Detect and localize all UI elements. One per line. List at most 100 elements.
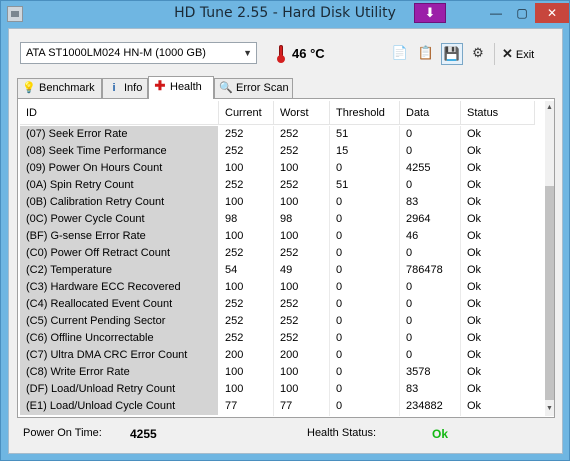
vertical-scrollbar[interactable]: ▲ ▼ (545, 101, 554, 416)
raw-data-cell: 0 (406, 349, 413, 361)
worst-value-cell: 200 (280, 349, 299, 361)
current-value-cell: 252 (225, 332, 244, 344)
worst-value-cell: 100 (280, 230, 299, 242)
table-row[interactable]: (DF) Load/Unload Retry Count 100 100 0 83 Ok (20, 381, 535, 398)
tab-label: Error Scan (236, 82, 289, 94)
attribute-id-cell: (C6) Offline Uncorrectable (20, 330, 218, 347)
threshold-value-cell: 51 (336, 128, 349, 140)
worst-value-cell: 100 (280, 366, 299, 378)
attribute-id-cell: (C2) Temperature (20, 262, 218, 279)
raw-data-cell: 3578 (406, 366, 431, 378)
attribute-id-cell: (C5) Current Pending Sector (20, 313, 218, 330)
attribute-id-cell: (E1) Load/Unload Cycle Count (20, 398, 218, 415)
column-header-current[interactable]: Current (219, 101, 274, 125)
table-row[interactable]: (0B) Calibration Retry Count 100 100 0 83 Ok (20, 194, 535, 211)
raw-data-cell: 4255 (406, 162, 431, 174)
table-row[interactable]: (C8) Write Error Rate 100 100 0 3578 Ok (20, 364, 535, 381)
column-header-worst[interactable]: Worst (274, 101, 330, 125)
status-cell: Ok (467, 366, 482, 378)
power-on-time-label: Power On Time: (23, 427, 102, 439)
threshold-value-cell: 51 (336, 179, 349, 191)
save-icon[interactable]: 💾 (441, 43, 463, 65)
current-value-cell: 100 (225, 230, 244, 242)
tab-health[interactable]: ✚ Health (148, 76, 214, 99)
scrollbar-thumb[interactable] (545, 186, 554, 400)
table-row[interactable]: (07) Seek Error Rate 252 252 51 0 Ok (20, 126, 535, 143)
health-status-value: Ok (432, 427, 449, 441)
scroll-down-arrow-icon[interactable]: ▼ (545, 402, 554, 416)
tab-error-scan[interactable]: 🔍 Error Scan (214, 78, 293, 98)
status-cell: Ok (467, 281, 482, 293)
close-button[interactable]: ✕ (535, 3, 569, 23)
current-value-cell: 252 (225, 298, 244, 310)
status-cell: Ok (467, 230, 482, 242)
table-row[interactable]: (08) Seek Time Performance 252 252 15 0 Ok (20, 143, 535, 160)
worst-value-cell: 100 (280, 281, 299, 293)
table-row[interactable]: (C5) Current Pending Sector 252 252 0 0 Ok (20, 313, 535, 330)
worst-value-cell: 252 (280, 145, 299, 157)
table-row[interactable]: (0A) Spin Retry Count 252 252 51 0 Ok (20, 177, 535, 194)
current-value-cell: 100 (225, 383, 244, 395)
maximize-button[interactable]: ▢ (509, 3, 535, 23)
copy-text-icon[interactable]: 📄 (389, 43, 411, 65)
tab-label: Info (124, 82, 143, 94)
attribute-id-cell: (C0) Power Off Retract Count (20, 245, 218, 262)
current-value-cell: 252 (225, 128, 244, 140)
worst-value-cell: 77 (280, 400, 293, 412)
raw-data-cell: 0 (406, 128, 413, 140)
table-row[interactable]: (09) Power On Hours Count 100 100 0 4255 Ok (20, 160, 535, 177)
table-row[interactable]: (C3) Hardware ECC Recovered 100 100 0 0 Ok (20, 279, 535, 296)
toolbar-divider (494, 43, 495, 65)
table-row[interactable]: (BF) G-sense Error Rate 100 100 0 46 Ok (20, 228, 535, 245)
column-header-threshold[interactable]: Threshold (330, 101, 400, 125)
attribute-id-cell: (BF) G-sense Error Rate (20, 228, 218, 245)
table-row[interactable]: (C2) Temperature 54 49 0 786478 Ok (20, 262, 535, 279)
smart-attributes-list[interactable]: ID Current Worst Threshold Data Status (… (20, 101, 535, 416)
raw-data-cell: 234882 (406, 400, 443, 412)
raw-data-cell: 0 (406, 247, 413, 259)
minimize-button[interactable]: — (483, 3, 509, 23)
raw-data-cell: 786478 (406, 264, 443, 276)
table-row[interactable]: (0C) Power Cycle Count 98 98 0 2964 Ok (20, 211, 535, 228)
column-header-data[interactable]: Data (400, 101, 461, 125)
tab-benchmark[interactable]: 💡 Benchmark (17, 78, 102, 98)
threshold-value-cell: 0 (336, 213, 343, 225)
main-client-area: ATA ST1000LM024 HN-M (1000 GB) ▼ 46 °C 📄… (8, 28, 563, 454)
column-header-status[interactable]: Status (461, 101, 535, 125)
exit-button[interactable]: ✕ Exit (502, 43, 547, 65)
threshold-value-cell: 0 (336, 332, 343, 344)
attribute-id-cell: (C8) Write Error Rate (20, 364, 218, 381)
power-on-time-value: 4255 (130, 427, 157, 441)
raw-data-cell: 46 (406, 230, 419, 242)
attribute-id-cell: (C3) Hardware ECC Recovered (20, 279, 218, 296)
table-row[interactable]: (C6) Offline Uncorrectable 252 252 0 0 Ok (20, 330, 535, 347)
current-value-cell: 77 (225, 400, 238, 412)
table-row[interactable]: (E1) Load/Unload Cycle Count 77 77 0 234882 O… (20, 398, 535, 415)
health-panel: ID Current Worst Threshold Data Status (… (17, 98, 555, 418)
raw-data-cell: 2964 (406, 213, 431, 225)
attribute-id-cell: (C4) Reallocated Event Count (20, 296, 218, 313)
column-header-id[interactable]: ID (20, 101, 219, 125)
status-cell: Ok (467, 162, 482, 174)
attribute-id-cell: (09) Power On Hours Count (20, 160, 218, 177)
worst-value-cell: 252 (280, 179, 299, 191)
raw-data-cell: 0 (406, 179, 413, 191)
download-icon[interactable]: ⬇ (414, 3, 446, 23)
title-bar[interactable]: HD Tune 2.55 - Hard Disk Utility ⬇ — ▢ ✕ (1, 1, 569, 27)
threshold-value-cell: 0 (336, 315, 343, 327)
raw-data-cell: 0 (406, 281, 413, 293)
raw-data-cell: 0 (406, 145, 413, 157)
table-row[interactable]: (C7) Ultra DMA CRC Error Count 200 200 0 0 Ok (20, 347, 535, 364)
table-row[interactable]: (C4) Reallocated Event Count 252 252 0 0 Ok (20, 296, 535, 313)
drive-select-value: ATA ST1000LM024 HN-M (1000 GB) (26, 47, 206, 59)
drive-select[interactable]: ATA ST1000LM024 HN-M (1000 GB) ▼ (20, 42, 257, 64)
status-cell: Ok (467, 332, 482, 344)
table-row[interactable]: (C0) Power Off Retract Count 252 252 0 0 Ok (20, 245, 535, 262)
tab-info[interactable]: i Info (102, 78, 148, 98)
status-cell: Ok (467, 400, 482, 412)
chevron-down-icon: ▼ (243, 48, 252, 58)
options-icon[interactable]: ⚙ (467, 43, 489, 65)
copy-screenshot-icon[interactable]: 📋 (415, 43, 437, 65)
raw-data-cell: 0 (406, 298, 413, 310)
scroll-up-arrow-icon[interactable]: ▲ (545, 101, 554, 115)
